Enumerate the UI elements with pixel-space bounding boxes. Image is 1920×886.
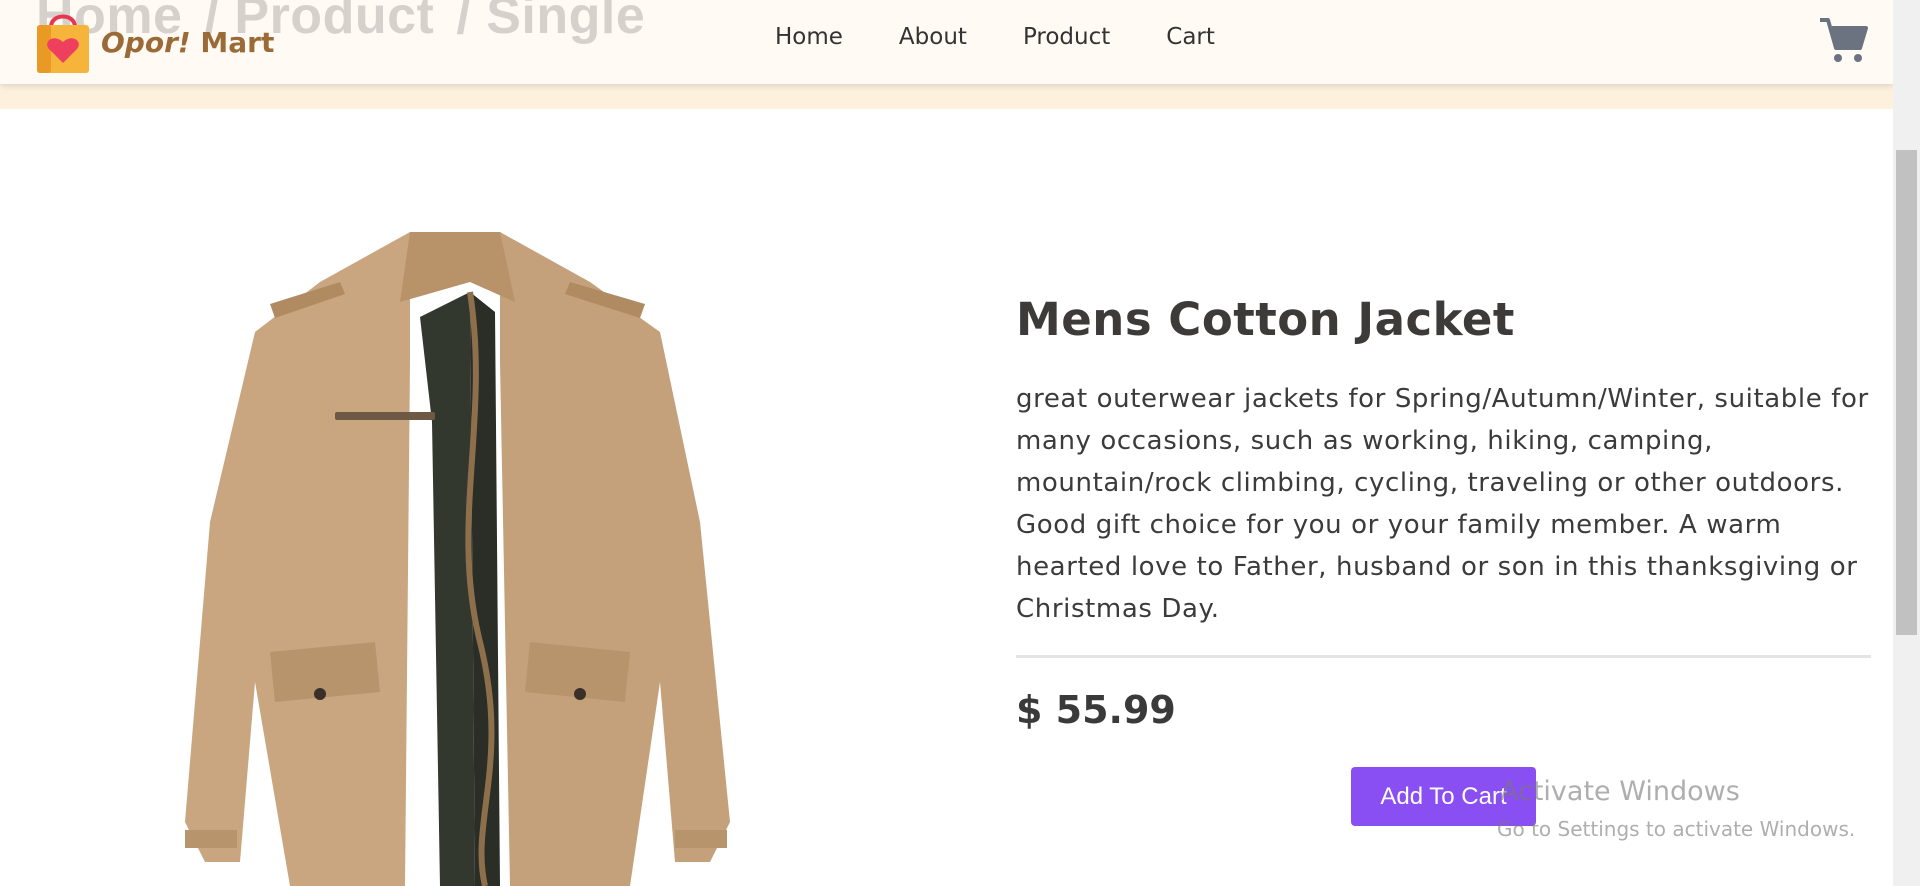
main-nav: Home About Product Cart xyxy=(775,24,1271,50)
windows-activation-title: Activate Windows xyxy=(1500,776,1740,807)
product-title: Mens Cotton Jacket xyxy=(1016,293,1515,346)
product-price: $ 55.99 xyxy=(1016,688,1176,732)
nav-cart[interactable]: Cart xyxy=(1166,24,1215,50)
top-navbar: Home / Product / Single Opor! Mart Home … xyxy=(0,0,1893,84)
breadcrumb-item: / Single xyxy=(456,0,646,45)
nav-product[interactable]: Product xyxy=(1023,24,1110,50)
cart-icon[interactable] xyxy=(1818,14,1868,66)
divider xyxy=(1016,655,1871,658)
brand-name-part2: Mart xyxy=(200,25,275,59)
windows-activation-subtitle: Go to Settings to activate Windows. xyxy=(1497,817,1856,841)
nav-about[interactable]: About xyxy=(899,24,967,50)
brand-name: Opor! Mart xyxy=(101,26,274,59)
product-description: great outerwear jackets for Spring/Autum… xyxy=(1016,384,1869,624)
nav-home[interactable]: Home xyxy=(775,24,843,50)
brand-name-part1: Opor! xyxy=(101,25,191,59)
scrollbar-thumb[interactable] xyxy=(1896,150,1917,635)
product-image xyxy=(185,232,730,886)
brand-logo[interactable]: Opor! Mart xyxy=(33,10,274,74)
header-band xyxy=(0,84,1893,109)
shopping-bag-heart-icon xyxy=(37,14,89,73)
